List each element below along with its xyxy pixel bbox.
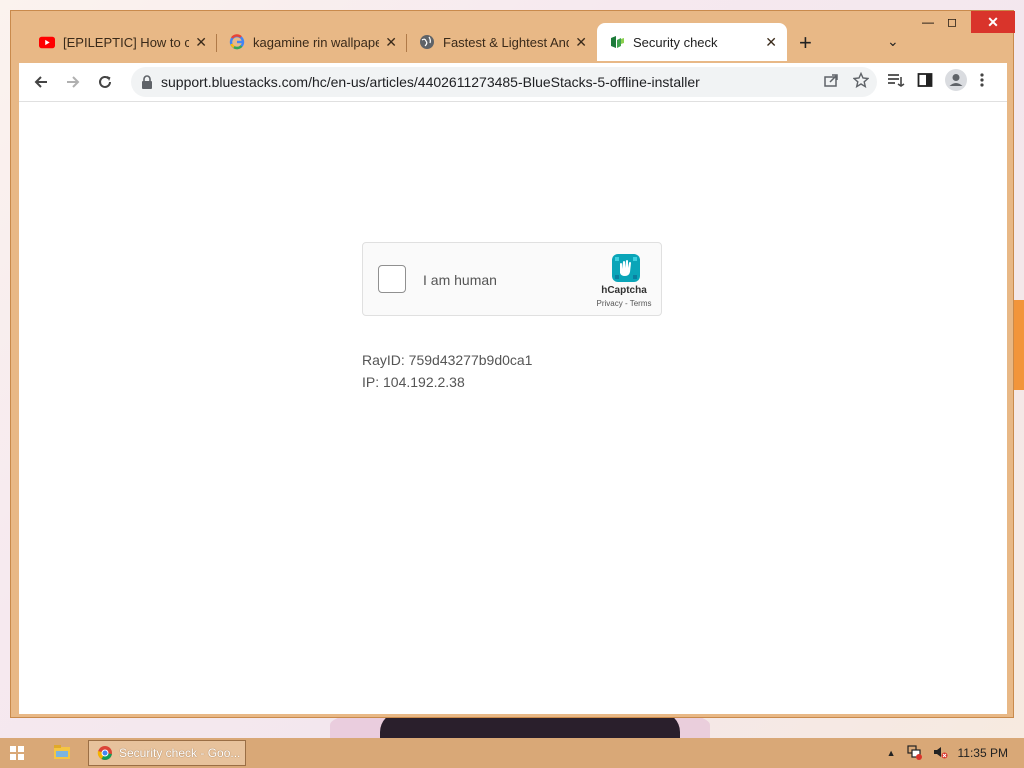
url-text: support.bluestacks.com/hc/en-us/articles… <box>161 74 700 90</box>
chevron-up-icon[interactable]: ▲ <box>887 748 896 758</box>
tab-google[interactable]: kagamine rin wallpaper ✕ <box>217 23 407 61</box>
arrow-left-icon <box>34 76 47 88</box>
taskbar: Security check - Goo... ▲ 11:35 PM <box>0 738 1024 768</box>
hcaptcha-links: Privacy - Terms <box>589 299 659 308</box>
globe-icon <box>419 34 435 50</box>
ip-address: IP: 104.192.2.38 <box>362 374 465 390</box>
captcha-label: I am human <box>423 272 497 288</box>
back-button[interactable] <box>25 66 57 98</box>
hcaptcha-widget: I am human hCaptcha Privacy - Terms <box>362 242 662 316</box>
tab-title: [EPILEPTIC] How to cod <box>63 34 190 50</box>
profile-avatar-icon[interactable] <box>945 68 967 96</box>
security-info: RayID: 759d43277b9d0ca1 IP: 104.192.2.38 <box>362 349 532 393</box>
volume-muted-icon[interactable] <box>932 744 948 763</box>
bluestacks-icon <box>609 34 625 50</box>
close-tab-icon[interactable]: ✕ <box>575 34 587 51</box>
browser-window: — ◻ ✕ [EPILEPTIC] How to cod ✕ kagamine … <box>10 10 1015 718</box>
hcaptcha-brand: hCaptcha <box>601 285 647 296</box>
close-tab-icon[interactable]: ✕ <box>195 34 207 51</box>
system-tray: ▲ 11:35 PM <box>887 738 1008 768</box>
captcha-checkbox[interactable] <box>378 265 406 293</box>
hcaptcha-logo-icon <box>609 251 643 285</box>
google-icon <box>229 34 245 50</box>
address-bar[interactable]: support.bluestacks.com/hc/en-us/articles… <box>131 67 877 97</box>
tab-youtube[interactable]: [EPILEPTIC] How to cod ✕ <box>27 23 217 61</box>
new-tab-button[interactable]: + <box>799 30 812 56</box>
reload-button[interactable] <box>89 66 121 98</box>
share-icon[interactable] <box>823 72 839 93</box>
lock-icon <box>142 75 152 89</box>
page-content: I am human hCaptcha Privacy - Terms RayI… <box>19 101 1007 714</box>
reload-icon <box>99 75 111 88</box>
ray-id: RayID: 759d43277b9d0ca1 <box>362 352 533 368</box>
taskbar-item-label: Security check - Goo... <box>119 746 241 760</box>
bookmark-star-icon[interactable] <box>852 71 870 93</box>
windows-start-icon[interactable] <box>10 746 24 760</box>
taskbar-chrome-item[interactable]: Security check - Goo... <box>88 740 246 766</box>
network-icon[interactable] <box>906 744 922 763</box>
chrome-icon <box>97 746 112 760</box>
reading-list-icon[interactable] <box>887 72 905 93</box>
side-panel-icon[interactable] <box>917 72 933 93</box>
arrow-right-icon <box>67 76 80 88</box>
link-separator: - <box>622 299 630 308</box>
youtube-icon <box>39 34 55 50</box>
tab-title: kagamine rin wallpaper <box>253 34 380 50</box>
terms-link[interactable]: Terms <box>630 299 652 308</box>
tab-strip: [EPILEPTIC] How to cod ✕ kagamine rin wa… <box>19 21 1009 63</box>
browser-toolbar: support.bluestacks.com/hc/en-us/articles… <box>19 63 1007 101</box>
tab-title: Fastest & Lightest Andr <box>443 34 570 50</box>
privacy-link[interactable]: Privacy <box>597 299 623 308</box>
close-tab-icon[interactable]: ✕ <box>385 34 397 51</box>
menu-kebab-icon[interactable] <box>979 72 985 93</box>
clock-time[interactable]: 11:35 PM <box>958 746 1008 760</box>
tab-fastest[interactable]: Fastest & Lightest Andr ✕ <box>407 23 597 61</box>
close-tab-icon[interactable]: ✕ <box>765 34 777 51</box>
forward-button[interactable] <box>57 66 89 98</box>
tab-security-check[interactable]: Security check ✕ <box>597 23 787 61</box>
tab-title: Security check <box>633 34 718 50</box>
file-explorer-icon[interactable] <box>54 745 70 759</box>
chevron-down-icon[interactable]: ⌄ <box>887 33 899 50</box>
